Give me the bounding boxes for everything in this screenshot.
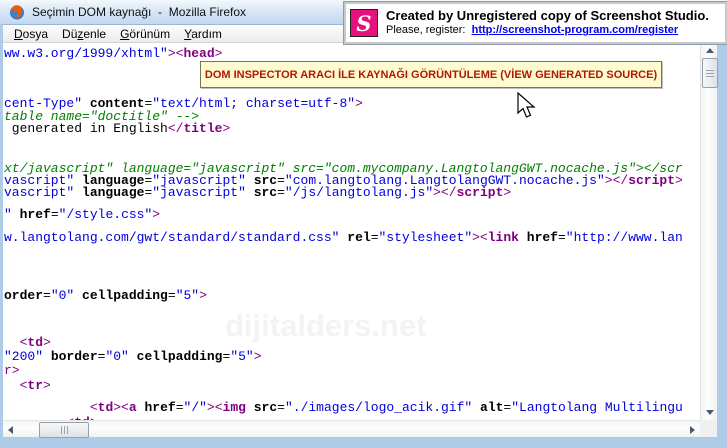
menu-item-yardım[interactable]: Yardım (177, 26, 229, 42)
scroll-left-button[interactable] (3, 421, 18, 438)
tooltip-text: DOM INSPECTOR ARACI İLE KAYNAĞI GÖRÜNTÜL… (205, 69, 657, 81)
window-title: Seçimin DOM kaynağı - Mozilla Firefox (32, 5, 246, 19)
source-view: ww.w3.org/1999/xhtml"><head>cent-Type" c… (3, 43, 700, 420)
mouse-cursor (517, 92, 536, 121)
banner-register-prefix: Please, register: (386, 24, 472, 36)
banner-register-row: Please, register: http://screenshot-prog… (386, 24, 709, 38)
source-code-line: w.langtolang.com/gwt/standard/standard.c… (4, 231, 683, 244)
scroll-down-button[interactable] (701, 405, 718, 420)
scroll-right-button[interactable] (685, 421, 700, 438)
site-watermark: dijitalders.net (225, 308, 427, 344)
dom-inspector-tooltip: DOM INSPECTOR ARACI İLE KAYNAĞI GÖRÜNTÜL… (200, 61, 662, 88)
screenshot-studio-logo-icon: S (350, 9, 378, 37)
source-code-line: order="0" cellpadding="5"> (4, 289, 207, 302)
vertical-scrollbar[interactable] (700, 43, 717, 420)
menu-item-düzenle[interactable]: Düzenle (55, 26, 113, 42)
window-border-bottom (0, 437, 727, 448)
window-border-right (717, 24, 727, 448)
source-code-line: ww.w3.org/1999/xhtml"><head> (4, 47, 222, 60)
source-code-line: <tr> (4, 379, 51, 392)
horizontal-scroll-thumb[interactable] (39, 422, 89, 438)
source-code-line: generated in English</title> (4, 122, 230, 135)
arrow-down-icon (706, 410, 714, 415)
scroll-up-button[interactable] (701, 43, 718, 58)
register-link[interactable]: http://screenshot-program.com/register (472, 24, 679, 36)
arrow-right-icon (690, 426, 695, 434)
arrow-up-icon (706, 48, 714, 53)
source-code-line: <td> (4, 336, 51, 349)
source-code-line: " href="/style.css"> (4, 208, 160, 221)
arrow-left-icon (8, 426, 13, 434)
banner-title: Created by Unregistered copy of Screensh… (386, 8, 709, 24)
vertical-scroll-thumb[interactable] (702, 58, 718, 88)
menu-item-görünüm[interactable]: Görünüm (113, 26, 177, 42)
source-code-line: <td><a href="/"><img src="./images/logo_… (4, 401, 683, 414)
scrollbar-corner (700, 420, 717, 437)
screenshot-studio-banner: S Created by Unregistered copy of Screen… (344, 2, 727, 44)
source-code-line: "200" border="0" cellpadding="5"> (4, 350, 262, 363)
horizontal-scrollbar[interactable] (3, 420, 700, 437)
source-code-line: r> (4, 364, 20, 377)
source-code-line: vascript" language="javascript" src="/js… (4, 186, 511, 199)
menu-item-dosya[interactable]: Dosya (7, 26, 55, 42)
firefox-icon (9, 4, 25, 20)
